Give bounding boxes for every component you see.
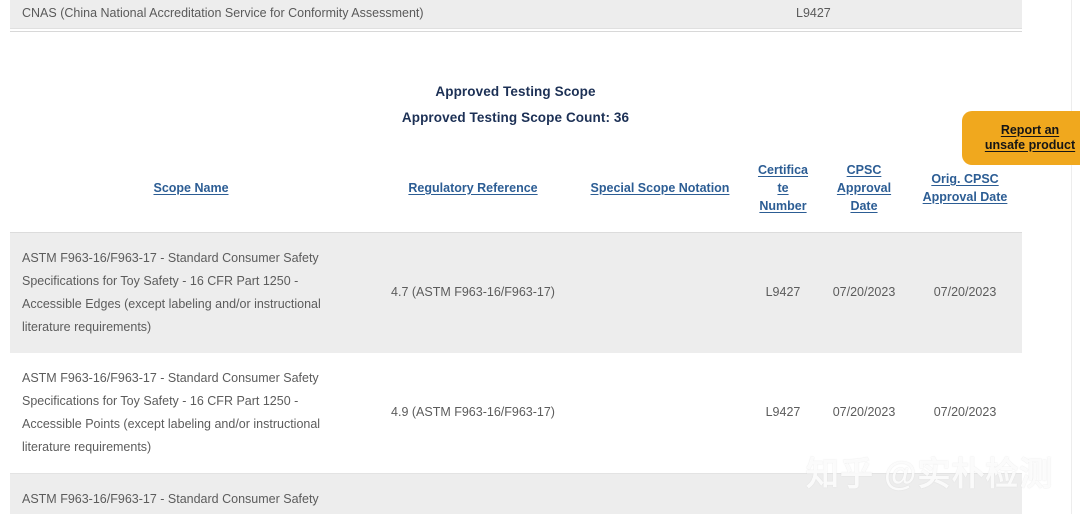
accreditation-divider [10,31,1022,32]
accreditation-body-name: CNAS (China National Accreditation Servi… [22,6,424,20]
accreditation-row: CNAS (China National Accreditation Servi… [10,0,1022,29]
cell-certificate-number: L9427 [765,285,801,299]
column-header-cpsc-approval-line-2: Approval [836,180,892,195]
cell-cpsc-approval-date: 07/20/2023 [832,405,896,419]
cell-special-scope-notation [574,353,746,474]
column-header-certificate-number-line-1: Certifica [757,162,809,177]
table-body: ASTM F963-16/F963-17 - Standard Consumer… [10,232,1022,514]
cell-orig-cpsc-approval-date: 07/20/2023 [933,285,997,299]
table-row: ASTM F963-16/F963-17 - Standard Consumer… [10,473,1022,514]
column-header-scope-name-label: Scope Name [153,180,229,195]
section-title: Approved Testing Scope [435,84,596,99]
column-header-cpsc-approval-line-3: Date [850,198,878,213]
column-header-certificate-number[interactable]: Certifica te Number [746,150,820,233]
accreditation-certificate-number: L9427 [796,6,831,20]
column-header-cpsc-approval-date[interactable]: CPSC Approval Date [820,150,908,233]
cell-scope-name: ASTM F963-16/F963-17 - Standard Consumer… [22,491,319,506]
table-header-row: Scope Name Regulatory Reference Special … [10,150,1022,233]
report-unsafe-product-button[interactable]: Report an unsafe product [962,111,1080,165]
scroll-gutter[interactable] [1071,0,1072,514]
section-count-label: Approved Testing Scope Count: 36 [401,110,630,125]
cell-scope-name: ASTM F963-16/F963-17 - Standard Consumer… [22,370,321,454]
cell-special-scope-notation [574,232,746,353]
cell-scope-name: ASTM F963-16/F963-17 - Standard Consumer… [22,250,321,334]
cell-certificate-number: L9427 [746,473,820,514]
approved-testing-scope-table: Scope Name Regulatory Reference Special … [10,150,1022,514]
table-row: ASTM F963-16/F963-17 - Standard Consumer… [10,232,1022,353]
column-header-scope-name[interactable]: Scope Name [10,150,372,233]
cell-regulatory-reference: 4.32 (ASTM F963-16/F963-17) [372,473,574,514]
cell-regulatory-reference: 4.7 (ASTM F963-16/F963-17) [391,285,555,299]
cell-special-scope-notation [574,473,746,514]
column-header-regulatory-reference[interactable]: Regulatory Reference [372,150,574,233]
cell-certificate-number: L9427 [765,405,801,419]
column-header-regulatory-reference-label: Regulatory Reference [408,180,538,195]
column-header-cpsc-approval-line-1: CPSC [846,162,882,177]
column-header-orig-cpsc-line-1: Orig. CPSC [931,171,999,186]
column-header-certificate-number-line-2: te [777,180,789,195]
cell-orig-cpsc-approval-date: 07/20/2023 [908,473,1022,514]
page-root: CNAS (China National Accreditation Servi… [0,0,1080,514]
table-row: ASTM F963-16/F963-17 - Standard Consumer… [10,352,1022,474]
column-header-certificate-number-line-3: Number [759,198,807,213]
column-header-orig-cpsc-line-2: Approval Date [922,189,1008,204]
cell-regulatory-reference: 4.9 (ASTM F963-16/F963-17) [391,405,555,419]
column-header-special-scope-notation-label: Special Scope Notation [590,180,730,195]
report-button-line-1: Report an [1000,123,1060,137]
cell-orig-cpsc-approval-date: 07/20/2023 [933,405,997,419]
report-button-line-2: unsafe product [984,138,1076,152]
cell-cpsc-approval-date: 07/20/2023 [820,473,908,514]
column-header-special-scope-notation[interactable]: Special Scope Notation [574,150,746,233]
cell-cpsc-approval-date: 07/20/2023 [832,285,896,299]
